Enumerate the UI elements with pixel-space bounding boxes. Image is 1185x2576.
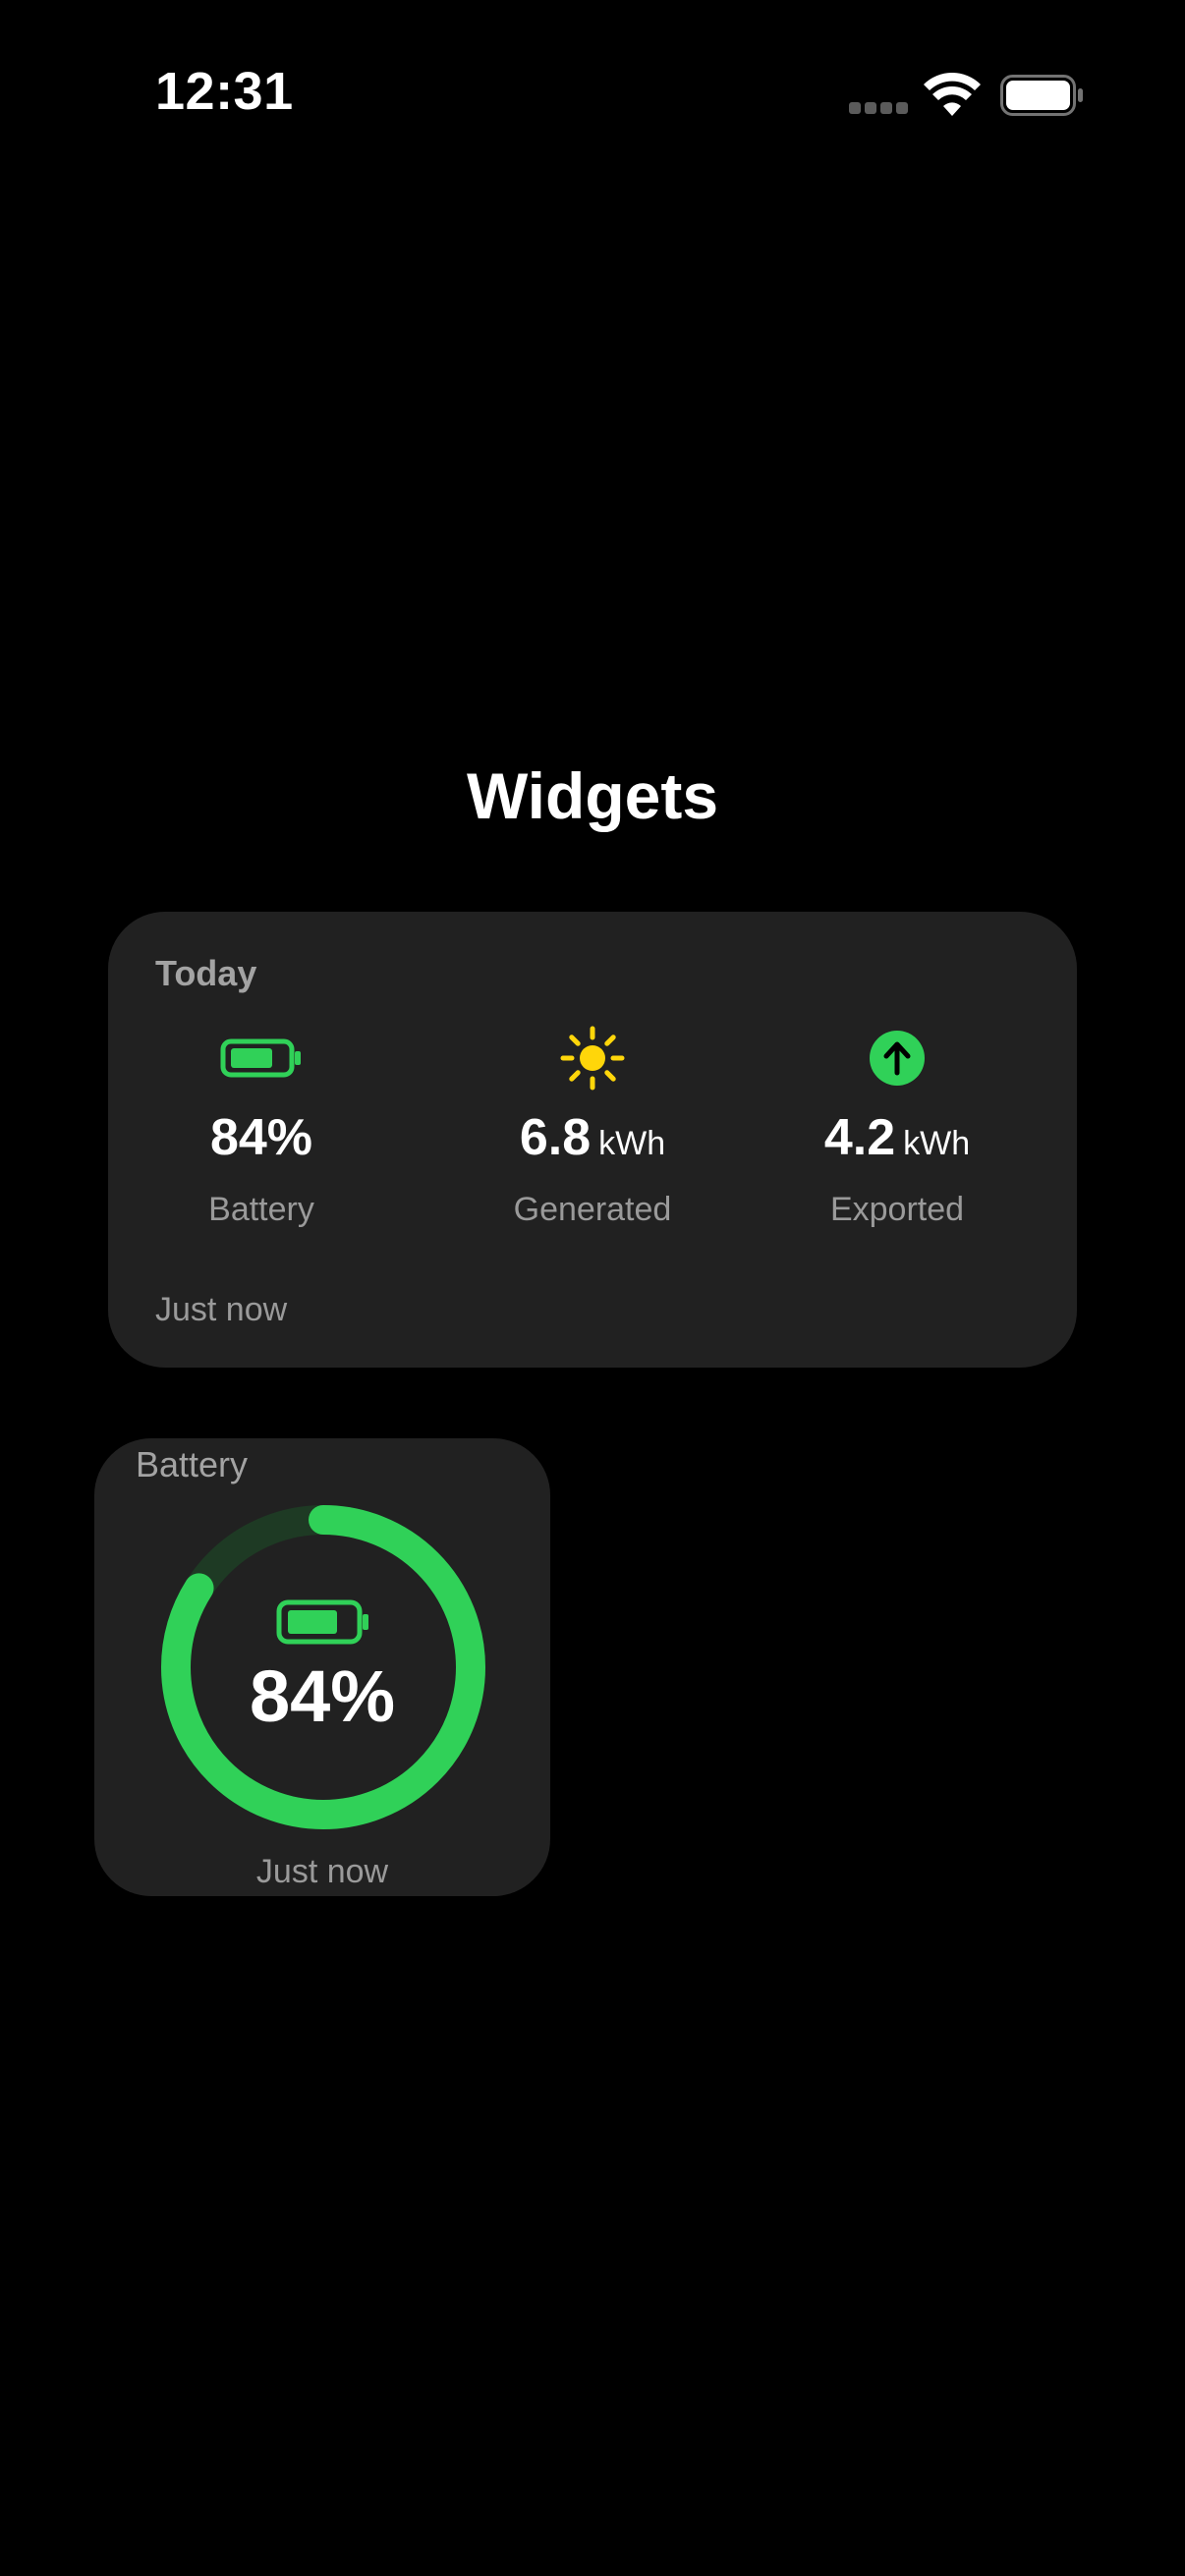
- stat-label: Generated: [513, 1191, 672, 1228]
- stat-generated: 6.8 kWh Generated: [445, 1026, 740, 1242]
- status-time: 12:31: [155, 62, 294, 121]
- today-widget[interactable]: Today 84% Battery 6.8 kWh Generated 4.2 …: [108, 912, 1077, 1368]
- stat-value: 4.2: [823, 1109, 896, 1166]
- battery-icon: [276, 1599, 368, 1645]
- battery-widget[interactable]: Battery 84% Just now: [94, 1438, 550, 1896]
- cellular-signal-icon: [849, 102, 908, 114]
- last-updated: Just now: [155, 1291, 288, 1328]
- stat-unit: kWh: [598, 1125, 666, 1162]
- stat-label: Exported: [829, 1191, 965, 1228]
- battery-percentage: 84%: [249, 1655, 396, 1737]
- stat-label: Battery: [208, 1191, 314, 1228]
- battery-icon: [220, 1038, 301, 1078]
- sun-icon: [560, 1026, 625, 1091]
- wifi-icon: [924, 73, 981, 116]
- stat-battery: 84% Battery: [114, 1026, 409, 1242]
- stat-unit: kWh: [903, 1125, 971, 1162]
- battery-icon: [1000, 75, 1083, 116]
- widget-heading: Today: [155, 953, 257, 993]
- stat-value: 6.8: [519, 1109, 592, 1166]
- page-title: Widgets: [466, 759, 719, 832]
- widget-heading: Battery: [136, 1444, 249, 1484]
- stat-exported: 4.2 kWh Exported: [750, 1026, 1044, 1242]
- status-bar: 12:31: [0, 0, 1185, 196]
- stat-value: 84%: [209, 1109, 313, 1166]
- arrow-up-circle-icon: [870, 1031, 925, 1086]
- last-updated: Just now: [255, 1853, 389, 1890]
